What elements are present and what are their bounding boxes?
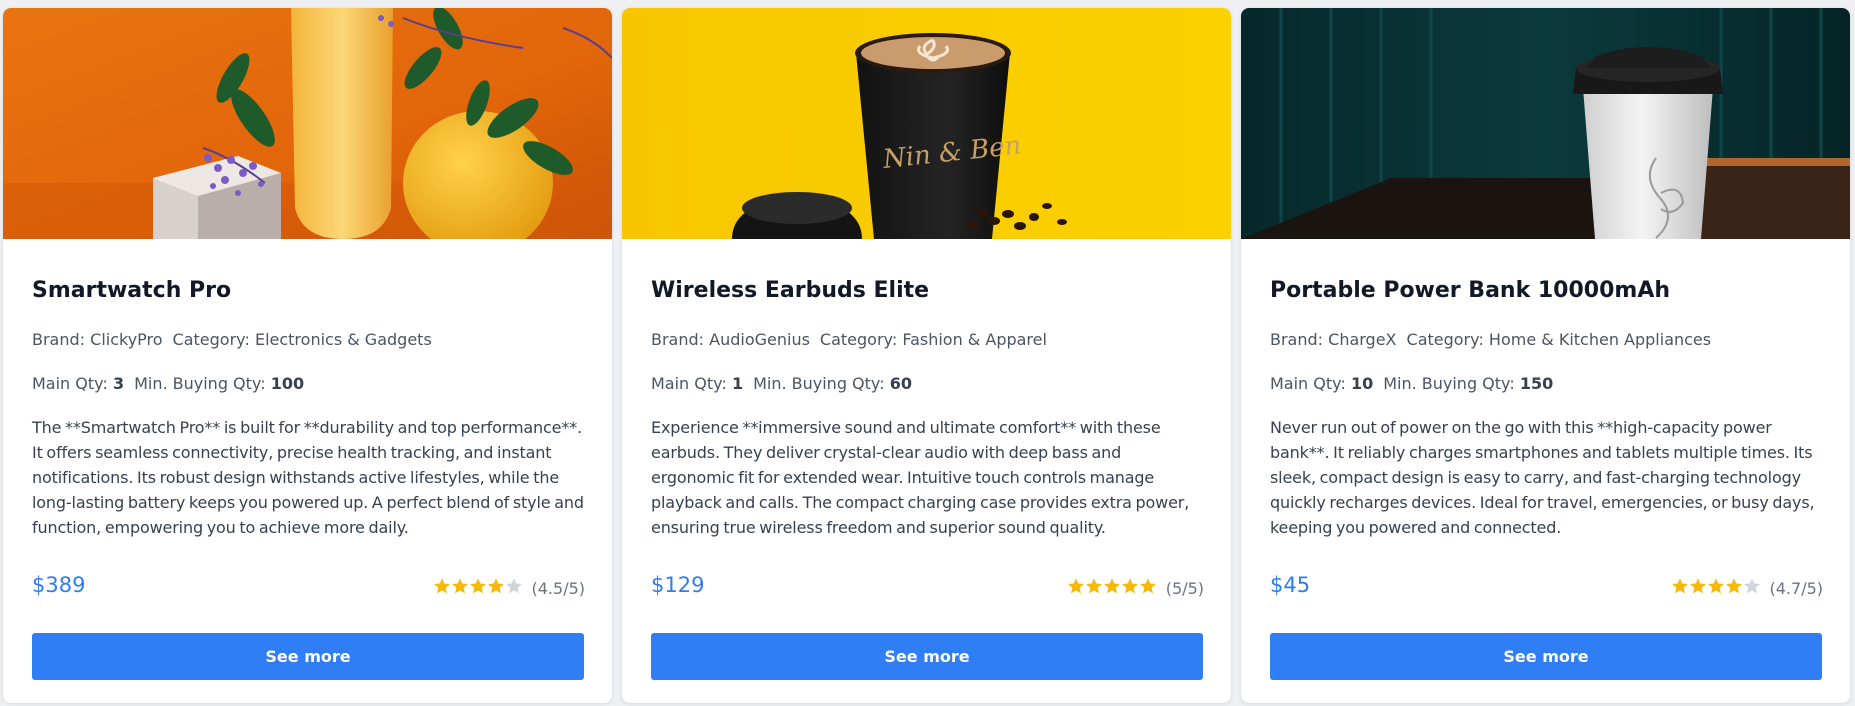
product-image: [1241, 8, 1850, 239]
product-card: Portable Power Bank 10000mAh Brand: Char…: [1241, 8, 1850, 703]
rating-text: (4.5/5): [531, 578, 586, 598]
min-qty-label: Min. Buying Qty:: [1383, 374, 1515, 393]
star-filled-icon: [487, 578, 504, 594]
star-filled-icon: [1689, 578, 1706, 594]
category-label: Category:: [819, 330, 898, 349]
star-filled-icon: [1103, 578, 1120, 594]
category-value: Fashion & Apparel: [902, 330, 1047, 349]
product-image: [3, 8, 612, 239]
brand-label: Brand:: [651, 330, 705, 349]
product-rating: (4.5/5): [433, 577, 586, 599]
main-qty-value: 3: [112, 374, 125, 393]
brand-category-line: Brand: ChargeX Category: Home & Kitchen A…: [1270, 330, 1711, 349]
category-value: Electronics & Gadgets: [254, 330, 432, 349]
star-filled-icon: [451, 578, 468, 594]
star-filled-icon: [1121, 578, 1138, 594]
product-price: $129: [651, 573, 705, 597]
product-rating: (4.7/5): [1671, 577, 1824, 599]
product-title: Wireless Earbuds Elite: [651, 278, 930, 303]
star-empty-icon: [1743, 578, 1760, 594]
yellow-coffee-cup-photo-icon: Nin & Ben: [622, 8, 1231, 239]
rating-text: (5/5): [1165, 578, 1204, 598]
main-qty-label: Main Qty:: [651, 374, 727, 393]
brand-value: ClickyPro: [90, 330, 163, 349]
rating-stars: [1067, 577, 1157, 599]
brand-label: Brand:: [32, 330, 86, 349]
min-qty-value: 150: [1519, 374, 1554, 393]
main-qty-label: Main Qty:: [1270, 374, 1346, 393]
category-label: Category:: [1406, 330, 1484, 349]
star-empty-icon: [505, 578, 522, 594]
star-filled-icon: [1671, 578, 1688, 594]
product-description: Experience **immersive sound and ultimat…: [651, 418, 1190, 537]
star-filled-icon: [1707, 578, 1724, 594]
quantity-line: Main Qty: 10 Min. Buying Qty: 150: [1270, 374, 1553, 393]
product-card: Smartwatch Pro Brand: ClickyPro Category:…: [3, 8, 612, 703]
orange-product-photo-icon: [3, 8, 612, 239]
min-qty-label: Min. Buying Qty:: [753, 374, 885, 393]
star-filled-icon: [1085, 578, 1102, 594]
product-title: Portable Power Bank 10000mAh: [1270, 278, 1671, 303]
brand-value: ChargeX: [1328, 330, 1397, 349]
min-qty-value: 100: [270, 374, 305, 393]
main-qty-value: 1: [731, 374, 744, 393]
brand-value: AudioGenius: [709, 330, 810, 349]
brand-category-line: Brand: ClickyPro Category: Electronics & …: [32, 330, 432, 349]
see-more-button[interactable]: See more: [32, 633, 584, 680]
star-filled-icon: [433, 578, 450, 594]
product-image: Nin & Ben: [622, 8, 1231, 239]
brand-category-line: Brand: AudioGenius Category: Fashion & Ap…: [651, 330, 1047, 349]
product-price: $389: [32, 573, 86, 597]
brand-label: Brand:: [1270, 330, 1324, 349]
product-title: Smartwatch Pro: [32, 278, 232, 303]
quantity-line: Main Qty: 1 Min. Buying Qty: 60: [651, 374, 912, 393]
see-more-button[interactable]: See more: [651, 633, 1203, 680]
see-more-button[interactable]: See more: [1270, 633, 1822, 680]
rating-stars: [433, 577, 523, 599]
product-rating: (5/5): [1067, 577, 1204, 599]
min-qty-label: Min. Buying Qty:: [134, 374, 266, 393]
product-price: $45: [1270, 573, 1311, 597]
teal-coffee-cup-photo-icon: [1241, 8, 1850, 239]
category-label: Category:: [172, 330, 250, 349]
category-value: Home & Kitchen Appliances: [1488, 330, 1712, 349]
product-description: Never run out of power on the go with th…: [1270, 418, 1815, 537]
star-filled-icon: [1725, 578, 1742, 594]
product-card: Nin & Ben Wireless Earbuds Elite Brand: …: [622, 8, 1231, 703]
star-filled-icon: [1139, 578, 1156, 594]
star-filled-icon: [469, 578, 486, 594]
quantity-line: Main Qty: 3 Min. Buying Qty: 100: [32, 374, 304, 393]
star-filled-icon: [1067, 578, 1084, 594]
rating-stars: [1671, 577, 1761, 599]
product-grid: Smartwatch Pro Brand: ClickyPro Category:…: [0, 0, 1855, 706]
rating-text: (4.7/5): [1769, 578, 1824, 598]
main-qty-label: Main Qty:: [32, 374, 108, 393]
product-description: The **Smartwatch Pro** is built for **du…: [32, 418, 584, 537]
main-qty-value: 10: [1350, 374, 1374, 393]
min-qty-value: 60: [889, 374, 912, 393]
